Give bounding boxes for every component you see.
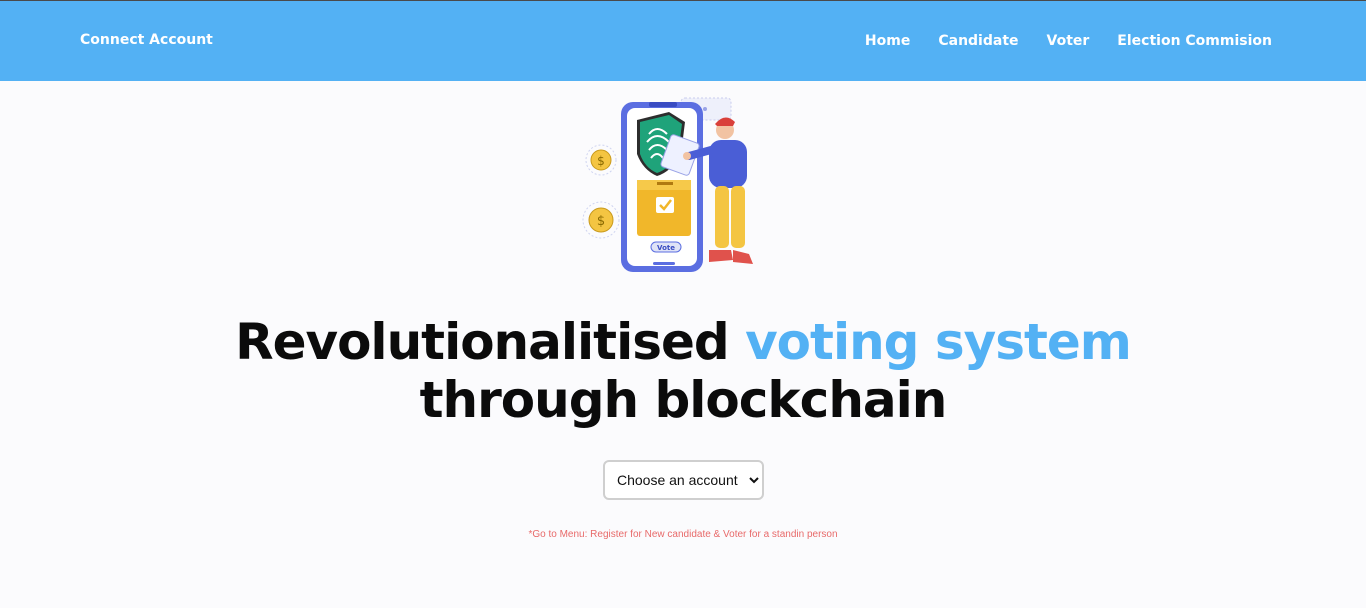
nav-candidate[interactable]: Candidate (938, 33, 1018, 49)
nav-voter[interactable]: Voter (1047, 33, 1090, 49)
voting-illustration: $ $ Vote (573, 92, 783, 292)
hero-title-accent: voting system (745, 313, 1132, 371)
nav-home[interactable]: Home (865, 33, 910, 49)
coin-icon: $ (585, 144, 617, 176)
registration-hint: *Go to Menu: Register for New candidate … (528, 529, 838, 540)
hero-title-part1: Revolutionalitised (235, 313, 746, 371)
account-select[interactable]: Choose an account (603, 460, 764, 500)
coin-icon: $ (582, 201, 620, 239)
top-navbar: Connect Account Home Candidate Voter Ele… (0, 0, 1366, 81)
account-select-wrapper: Choose an account (603, 460, 764, 500)
hero-title: Revolutionalitised voting system through… (0, 313, 1366, 429)
hero-title-line2: through blockchain (419, 371, 948, 429)
vote-label: Vote (657, 244, 675, 252)
ballot-box-icon (637, 180, 691, 236)
connect-account-link[interactable]: Connect Account (80, 32, 213, 48)
nav-election-commission[interactable]: Election Commision (1117, 33, 1272, 49)
svg-text:$: $ (597, 214, 605, 229)
main-nav: Home Candidate Voter Election Commision (865, 33, 1272, 49)
svg-text:$: $ (597, 154, 605, 168)
voting-illustration-svg: $ $ Vote (582, 97, 753, 272)
